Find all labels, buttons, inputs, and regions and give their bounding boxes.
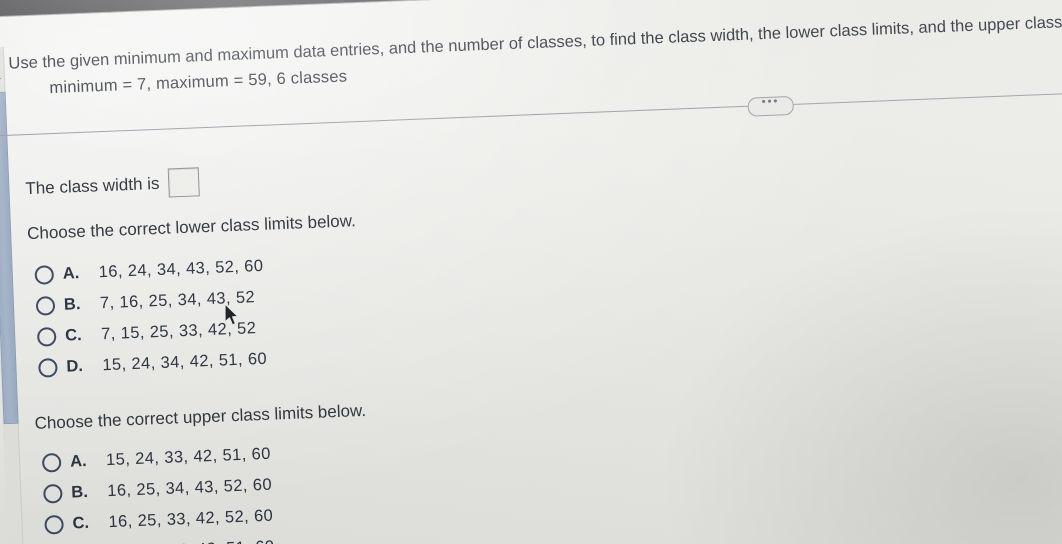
- choice-letter: A.: [69, 451, 87, 471]
- screenshot-root: This question Use the given minimum and …: [0, 0, 1062, 544]
- page-scrollbar[interactable]: [0, 46, 29, 544]
- section-divider: [0, 90, 1062, 137]
- chevron-up-icon[interactable]: [0, 72, 2, 80]
- choice-values: 15, 24, 34, 42, 51, 60: [102, 349, 268, 375]
- upper-limits-choices: A. 15, 24, 33, 42, 51, 60 B. 16, 25, 34,…: [41, 439, 275, 544]
- class-width-row: The class width is: [25, 167, 200, 203]
- choice-letter: A.: [62, 264, 80, 283]
- choice-letter: C.: [64, 326, 83, 345]
- more-options-button[interactable]: •••: [747, 95, 795, 117]
- choice-letter: B.: [71, 482, 89, 502]
- choice-values: 16, 25, 33, 42, 52, 60: [108, 506, 274, 532]
- class-width-input[interactable]: [167, 167, 200, 198]
- choice-values: 15, 24, 33, 42, 51, 60: [105, 444, 272, 470]
- choice-values: 15, 24, 34, 43, 51, 60: [109, 538, 274, 544]
- choice-values: 7, 16, 25, 34, 43, 52: [99, 288, 256, 313]
- radio-lower-a[interactable]: [34, 265, 55, 285]
- choice-values: 16, 24, 34, 43, 52, 60: [98, 256, 264, 282]
- choice-letter: B.: [63, 295, 81, 314]
- lower-limits-title: Choose the correct lower class limits be…: [26, 211, 357, 244]
- class-width-label: The class width is: [24, 173, 160, 198]
- choice-letter: D.: [66, 357, 84, 376]
- radio-upper-a[interactable]: [41, 452, 62, 473]
- upper-limits-title: Choose the correct upper class limits be…: [34, 400, 367, 433]
- radio-upper-b[interactable]: [43, 483, 63, 504]
- choice-letter: C.: [72, 513, 90, 533]
- lower-limits-choices: A. 16, 24, 34, 43, 52, 60 B. 7, 16, 25, …: [34, 251, 267, 384]
- radio-lower-d[interactable]: [38, 358, 58, 378]
- question-sheet: Use the given minimum and maximum data e…: [0, 0, 1062, 544]
- choice-values: 7, 15, 25, 33, 42, 52: [100, 319, 257, 344]
- radio-upper-c[interactable]: [44, 514, 64, 535]
- question-prompt-line-1: Use the given minimum and maximum data e…: [8, 12, 1062, 73]
- radio-lower-c[interactable]: [36, 327, 57, 347]
- radio-lower-b[interactable]: [35, 296, 56, 316]
- photographed-page: This question Use the given minimum and …: [0, 0, 1062, 544]
- scrollbar-thumb[interactable]: [0, 91, 19, 425]
- choice-values: 16, 25, 34, 43, 52, 60: [106, 475, 273, 501]
